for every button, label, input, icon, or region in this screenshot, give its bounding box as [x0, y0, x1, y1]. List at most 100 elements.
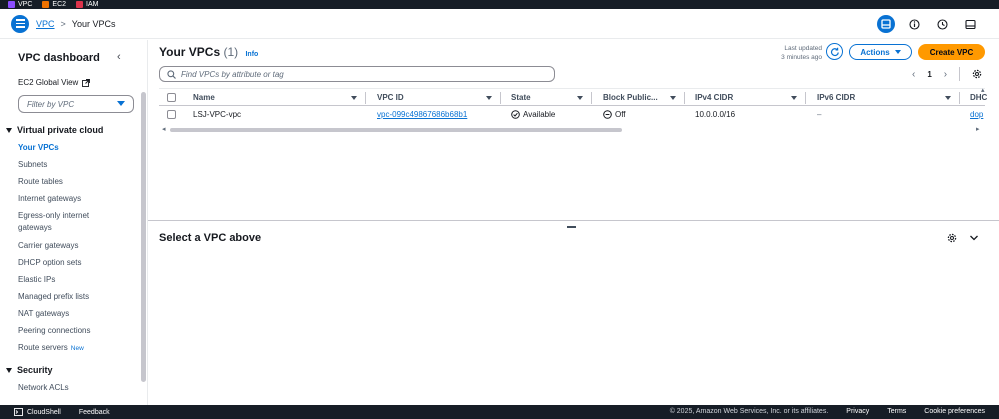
layout-icon[interactable] [961, 15, 979, 33]
cookie-preferences-link[interactable]: Cookie preferences [924, 408, 985, 415]
sidebar-item-your-vpcs[interactable]: Your VPCs [18, 142, 59, 154]
breadcrumb-bar: VPC > Your VPCs [0, 9, 999, 39]
column-divider[interactable] [365, 92, 366, 104]
privacy-link[interactable]: Privacy [846, 408, 869, 415]
sidebar-item-network-acls[interactable]: Network ACLs [18, 382, 69, 394]
column-divider[interactable] [591, 92, 592, 104]
sidebar-item-nat-gateways[interactable]: NAT gateways [18, 308, 69, 320]
minus-circle-icon [603, 110, 612, 119]
breadcrumb-current: Your VPCs [71, 18, 116, 29]
breadcrumb-vpc-link[interactable]: VPC [36, 19, 55, 29]
column-divider[interactable] [805, 92, 806, 104]
chevron-left-icon[interactable]: ‹ [117, 51, 121, 63]
cloudshell-button[interactable]: CloudShell [14, 408, 61, 416]
footer-bar: CloudShell Feedback © 2025, Amazon Web S… [0, 405, 999, 419]
column-header-dhcp[interactable]: DHC [970, 93, 987, 102]
ec2-service-icon [42, 1, 50, 8]
sidebar-item-dhcp-option-sets[interactable]: DHCP option sets [18, 257, 81, 269]
sidebar-title[interactable]: VPC dashboard [18, 52, 100, 64]
search-input[interactable]: Find VPCs by attribute or tag [159, 66, 555, 82]
sidebar-item-managed-prefix-lists[interactable]: Managed prefix lists [18, 291, 89, 303]
select-all-checkbox[interactable] [167, 93, 176, 102]
cell-name: LSJ-VPC-vpc [193, 110, 242, 119]
sort-icon[interactable] [791, 96, 797, 100]
row-checkbox[interactable] [167, 110, 176, 119]
last-updated: Last updated 3 minutes ago [781, 45, 822, 61]
cell-block-public-access: Off [603, 110, 626, 119]
sidebar-item-elastic-ips[interactable]: Elastic IPs [18, 274, 55, 286]
create-vpc-button[interactable]: Create VPC [918, 44, 985, 60]
table-horizontal-scrollbar[interactable] [170, 128, 622, 132]
split-panel-icon[interactable] [877, 15, 895, 33]
info-link[interactable]: Info [245, 51, 258, 58]
chevron-down-icon[interactable] [969, 233, 979, 243]
sort-icon[interactable] [486, 96, 492, 100]
column-header-ipv6-cidr[interactable]: IPv6 CIDR [817, 93, 855, 102]
terminal-icon [14, 408, 23, 416]
scroll-left-icon[interactable]: ◂ [162, 125, 166, 133]
sort-icon[interactable] [351, 96, 357, 100]
refresh-icon [830, 47, 839, 56]
detail-panel-title: Select a VPC above [159, 232, 262, 244]
iam-service-icon [76, 1, 84, 8]
hamburger-menu-icon[interactable] [11, 14, 29, 33]
sort-icon[interactable] [577, 96, 583, 100]
table-header: Name VPC ID State Block Public... IPv4 C… [159, 88, 987, 106]
terms-link[interactable]: Terms [887, 408, 906, 415]
check-circle-icon [511, 110, 520, 119]
filter-by-vpc-select[interactable]: Filter by VPC [18, 95, 134, 113]
external-link-icon [82, 78, 91, 87]
side-navigation: VPC dashboard ‹ EC2 Global View Filter b… [0, 40, 148, 405]
info-icon[interactable] [905, 15, 923, 33]
scroll-right-icon[interactable]: ▸ [976, 125, 980, 133]
page-title: Your VPCs (1) Info [159, 45, 259, 59]
column-divider[interactable] [500, 92, 501, 104]
feedback-link[interactable]: Feedback [79, 409, 110, 416]
sidebar-item-peering-connections[interactable]: Peering connections [18, 325, 91, 337]
favorite-vpc[interactable]: VPC [8, 0, 32, 9]
gear-icon[interactable] [972, 69, 982, 79]
cell-vpc-id-link[interactable]: vpc-099c49867686b68b1 [377, 110, 467, 119]
split-panel-divider [148, 220, 999, 221]
page-number[interactable]: 1 [927, 70, 931, 79]
refresh-button[interactable] [826, 43, 843, 60]
cell-dhcp-link[interactable]: dop [970, 110, 983, 119]
sidebar-item-subnets[interactable]: Subnets [18, 159, 47, 171]
column-header-name[interactable]: Name [193, 93, 215, 102]
chevron-right-icon[interactable]: › [944, 69, 947, 80]
resize-handle-icon[interactable] [567, 226, 576, 228]
caret-down-icon [6, 127, 12, 133]
favorite-ec2[interactable]: EC2 [42, 0, 66, 9]
vpc-service-icon [8, 1, 15, 8]
favorites-bar: VPC EC2 IAM [0, 0, 999, 9]
sidebar-scrollbar[interactable] [141, 92, 146, 382]
sidebar-item-egress-only-internet-gateways[interactable]: Egress-only internet gateways [18, 210, 118, 234]
sort-icon[interactable] [670, 96, 676, 100]
new-badge: New [70, 345, 84, 352]
table-row[interactable]: LSJ-VPC-vpc vpc-099c49867686b68b1 Availa… [159, 106, 985, 124]
chevron-left-icon[interactable]: ‹ [912, 69, 915, 80]
sidebar-item-ec2-global-view[interactable]: EC2 Global View [18, 78, 91, 87]
divider [959, 67, 961, 81]
actions-button[interactable]: Actions [849, 44, 912, 60]
sort-icon[interactable] [945, 96, 951, 100]
sidebar-item-internet-gateways[interactable]: Internet gateways [18, 193, 81, 205]
gear-icon[interactable] [947, 233, 957, 243]
caret-down-icon [894, 50, 901, 54]
favorite-iam[interactable]: IAM [76, 0, 98, 9]
scroll-up-icon[interactable]: ▴ [981, 86, 985, 94]
column-divider[interactable] [959, 92, 960, 104]
sidebar-item-route-servers[interactable]: Route servers New [18, 342, 84, 355]
clock-icon[interactable] [933, 15, 951, 33]
column-header-state[interactable]: State [511, 93, 531, 102]
caret-down-icon [117, 101, 125, 106]
sidebar-item-route-tables[interactable]: Route tables [18, 176, 63, 188]
column-header-block-public-access[interactable]: Block Public... [603, 93, 658, 102]
section-virtual-private-cloud[interactable]: Virtual private cloud [6, 125, 103, 135]
sidebar-item-carrier-gateways[interactable]: Carrier gateways [18, 240, 78, 252]
column-header-ipv4-cidr[interactable]: IPv4 CIDR [695, 93, 733, 102]
column-header-vpc-id[interactable]: VPC ID [377, 93, 404, 102]
column-divider[interactable] [684, 92, 685, 104]
vpc-count: (1) [223, 45, 239, 59]
section-security[interactable]: Security [6, 365, 53, 375]
